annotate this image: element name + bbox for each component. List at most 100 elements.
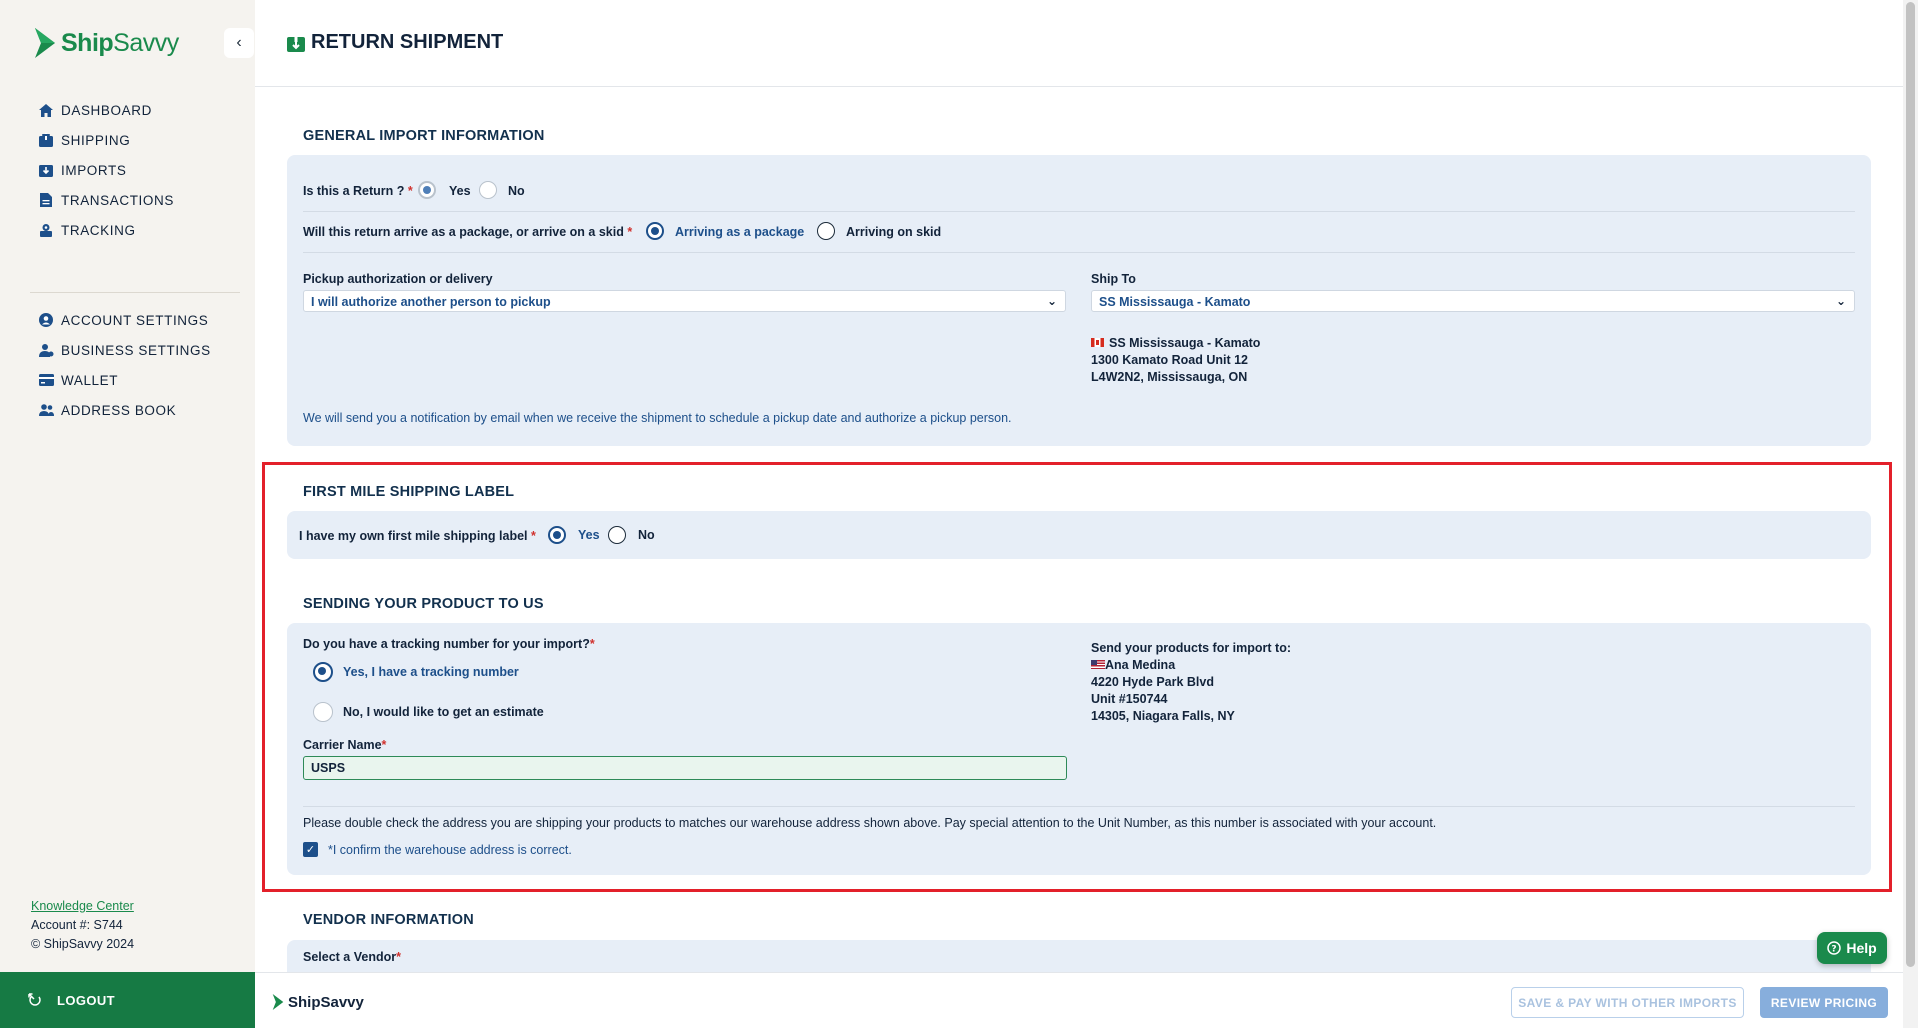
confirm-address-label-text: *I confirm the warehouse address is corr… bbox=[328, 843, 572, 857]
general-import-heading: GENERAL IMPORT INFORMATION bbox=[303, 128, 545, 144]
own-label-no-label[interactable]: No bbox=[638, 528, 655, 542]
primary-nav: DASHBOARD SHIPPING IMPORTS TRANSACTIONS … bbox=[38, 95, 174, 245]
arrive-type-label: Will this return arrive as a package, or… bbox=[303, 225, 632, 239]
sending-product-heading: SENDING YOUR PRODUCT TO US bbox=[303, 596, 544, 612]
confirm-address-checkbox[interactable]: ✓ bbox=[303, 842, 318, 857]
logo-arrow-icon bbox=[35, 28, 55, 58]
is-return-yes-radio[interactable] bbox=[418, 181, 436, 199]
required-mark: * bbox=[396, 950, 401, 964]
ship-to-select-value: SS Mississauga - Kamato bbox=[1099, 295, 1251, 309]
knowledge-center-link[interactable]: Knowledge Center bbox=[31, 897, 134, 916]
arrive-skid-label[interactable]: Arriving on skid bbox=[846, 225, 941, 239]
secondary-nav: ACCOUNT SETTINGS BUSINESS SETTINGS WALLE… bbox=[38, 305, 211, 425]
document-icon bbox=[38, 192, 54, 208]
warehouse-address: Send your products for import to: Ana Me… bbox=[1091, 640, 1291, 725]
account-number: Account #: S744 bbox=[31, 918, 123, 932]
nav-divider bbox=[30, 292, 240, 293]
tracking-question-text: Do you have a tracking number for your i… bbox=[303, 637, 590, 651]
nav-label: ADDRESS BOOK bbox=[61, 402, 177, 418]
confirm-address-label[interactable]: *I confirm the warehouse address is corr… bbox=[328, 843, 572, 857]
nav-label: TRACKING bbox=[61, 222, 136, 238]
chevron-down-icon: ⌄ bbox=[1046, 294, 1057, 308]
send-to-line2: Unit #150744 bbox=[1091, 692, 1168, 706]
nav-label: SHIPPING bbox=[61, 132, 131, 148]
nav-item-business-settings[interactable]: BUSINESS SETTINGS bbox=[38, 335, 211, 365]
pickup-select[interactable]: I will authorize another person to picku… bbox=[303, 290, 1066, 312]
help-label: Help bbox=[1846, 940, 1877, 956]
is-return-no-label[interactable]: No bbox=[508, 184, 525, 198]
tracking-yes-radio[interactable] bbox=[313, 662, 333, 682]
carrier-name-input[interactable]: USPS bbox=[303, 756, 1067, 780]
own-label-yes-label[interactable]: Yes bbox=[578, 528, 600, 542]
nav-item-transactions[interactable]: TRANSACTIONS bbox=[38, 185, 174, 215]
top-bar: RETURN SHIPMENT bbox=[255, 0, 1903, 87]
send-to-line1: 4220 Hyde Park Blvd bbox=[1091, 675, 1214, 689]
shipsavvy-logo[interactable]: ShipSavvy bbox=[33, 26, 179, 60]
nav-label: DASHBOARD bbox=[61, 102, 152, 118]
nav-item-dashboard[interactable]: DASHBOARD bbox=[38, 95, 174, 125]
own-label-question: I have my own first mile shipping label … bbox=[299, 529, 536, 543]
collapse-sidebar-button[interactable]: ‹ bbox=[224, 28, 254, 58]
ship-to-address-name-row: SS Mississauga - Kamato bbox=[1091, 335, 1260, 352]
nav-item-wallet[interactable]: WALLET bbox=[38, 365, 211, 395]
required-mark: * bbox=[407, 184, 413, 198]
canada-flag-icon bbox=[1091, 338, 1104, 347]
logo-arrow-icon bbox=[272, 994, 284, 1010]
logout-button[interactable]: LOGOUT bbox=[0, 972, 255, 1028]
arrive-skid-radio[interactable] bbox=[817, 222, 835, 240]
send-to-label: Send your products for import to: bbox=[1091, 641, 1291, 655]
business-user-icon bbox=[38, 342, 54, 358]
tracking-yes-label[interactable]: Yes, I have a tracking number bbox=[343, 665, 519, 679]
bottom-bar: ShipSavvy SAVE & PAY WITH OTHER IMPORTS … bbox=[255, 972, 1903, 1028]
nav-item-account-settings[interactable]: ACCOUNT SETTINGS bbox=[38, 305, 211, 335]
user-circle-icon bbox=[38, 312, 54, 328]
tracking-icon bbox=[38, 222, 54, 238]
checkmark-icon: ✓ bbox=[305, 844, 316, 856]
save-pay-other-imports-button[interactable]: SAVE & PAY WITH OTHER IMPORTS bbox=[1511, 987, 1744, 1018]
review-pricing-button[interactable]: REVIEW PRICING bbox=[1760, 987, 1888, 1018]
arrive-type-label-text: Will this return arrive as a package, or… bbox=[303, 225, 624, 239]
svg-text:?: ? bbox=[1832, 945, 1837, 955]
vendor-heading: VENDOR INFORMATION bbox=[303, 912, 474, 928]
required-mark: * bbox=[627, 225, 633, 239]
help-button[interactable]: ? Help bbox=[1817, 932, 1887, 964]
logo-text: ShipSavvy bbox=[61, 29, 179, 58]
is-return-yes-label[interactable]: Yes bbox=[449, 184, 471, 198]
home-icon bbox=[38, 102, 54, 118]
nav-item-shipping[interactable]: SHIPPING bbox=[38, 125, 174, 155]
ship-to-address-line1: 1300 Kamato Road Unit 12 bbox=[1091, 353, 1248, 367]
tracking-no-radio[interactable] bbox=[313, 702, 333, 722]
nav-item-imports[interactable]: IMPORTS bbox=[38, 155, 174, 185]
sidebar: ShipSavvy ‹ DASHBOARD SHIPPING IMPORTS T… bbox=[0, 0, 255, 1028]
select-vendor-label: Select a Vendor* bbox=[303, 950, 401, 964]
nav-label: WALLET bbox=[61, 372, 119, 388]
is-return-label-text: Is this a Return ? bbox=[303, 184, 405, 198]
divider bbox=[303, 211, 1855, 212]
own-label-yes-radio[interactable] bbox=[548, 526, 566, 544]
divider bbox=[303, 252, 1855, 253]
logout-label: LOGOUT bbox=[57, 992, 116, 1008]
carrier-name-label-text: Carrier Name bbox=[303, 738, 382, 752]
address-warning: Please double check the address you are … bbox=[303, 816, 1437, 830]
import-icon bbox=[38, 162, 54, 178]
scrollbar-thumb[interactable] bbox=[1906, 2, 1915, 967]
arrive-package-radio[interactable] bbox=[646, 222, 664, 240]
own-label-no-radio[interactable] bbox=[608, 526, 626, 544]
tracking-question: Do you have a tracking number for your i… bbox=[303, 637, 595, 651]
address-book-icon bbox=[38, 402, 54, 418]
nav-label: IMPORTS bbox=[61, 162, 127, 178]
is-return-no-radio[interactable] bbox=[479, 181, 497, 199]
ship-to-address: SS Mississauga - Kamato 1300 Kamato Road… bbox=[1091, 335, 1260, 386]
copyright: © ShipSavvy 2024 bbox=[31, 937, 135, 951]
select-vendor-label-text: Select a Vendor bbox=[303, 950, 397, 964]
logout-icon bbox=[28, 993, 41, 1006]
nav-label: ACCOUNT SETTINGS bbox=[61, 312, 209, 328]
nav-item-address-book[interactable]: ADDRESS BOOK bbox=[38, 395, 211, 425]
footer-logo-text: ShipSavvy bbox=[288, 993, 364, 1011]
divider bbox=[303, 806, 1855, 807]
tracking-no-label[interactable]: No, I would like to get an estimate bbox=[343, 705, 544, 719]
arrive-package-label[interactable]: Arriving as a package bbox=[675, 225, 804, 239]
nav-item-tracking[interactable]: TRACKING bbox=[38, 215, 174, 245]
chevron-left-icon: ‹ bbox=[236, 34, 242, 51]
ship-to-select[interactable]: SS Mississauga - Kamato ⌄ bbox=[1091, 290, 1855, 312]
